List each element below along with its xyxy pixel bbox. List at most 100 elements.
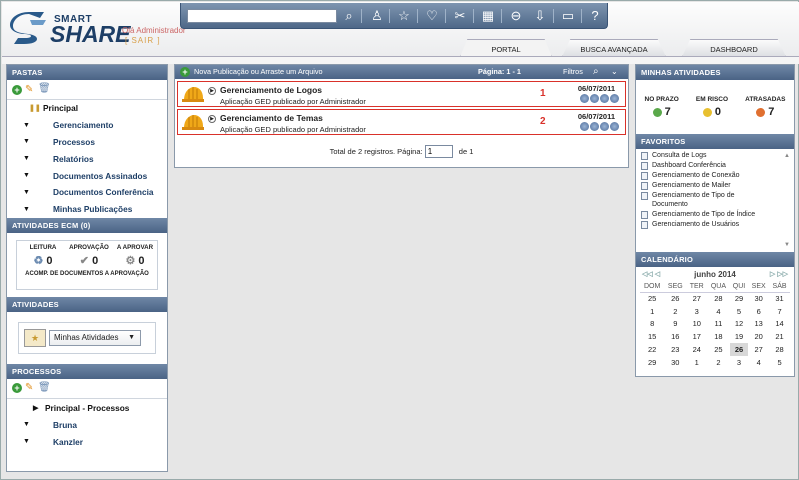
- tree-item-bruna[interactable]: ▼ Bruna: [7, 417, 167, 434]
- user-icon[interactable]: ♙: [367, 6, 387, 26]
- add-icon[interactable]: +: [180, 67, 190, 77]
- calendar-day[interactable]: 20: [748, 330, 769, 343]
- edit-icon[interactable]: [600, 122, 609, 131]
- favorite-item[interactable]: Gerenciamento de Conexão: [641, 172, 789, 181]
- calendar-day[interactable]: 30: [748, 292, 769, 305]
- view-icon[interactable]: [590, 94, 599, 103]
- favorite-item[interactable]: Gerenciamento de Tipo de Documento: [641, 192, 789, 209]
- publication-row[interactable]: ▶ Gerenciamento de Temas Aplicação GED p…: [177, 109, 626, 135]
- acomp-link[interactable]: ACOMP. DE DOCUMENTOS A APROVAÇÃO: [20, 271, 154, 277]
- publication-row[interactable]: ▶ Gerenciamento de Logos Aplicação GED p…: [177, 81, 626, 107]
- calendar-day[interactable]: 6: [748, 305, 769, 318]
- info-icon[interactable]: [580, 122, 589, 131]
- tools-icon[interactable]: ✂: [450, 6, 470, 26]
- favorite-item[interactable]: Consulta de Logs: [641, 152, 789, 161]
- view-icon[interactable]: [590, 122, 599, 131]
- calendar-prev-icon[interactable]: ◁◁ ◁: [642, 270, 660, 279]
- calendar-day[interactable]: 4: [748, 356, 769, 369]
- page-input[interactable]: [424, 145, 453, 158]
- tab-busca-avancada[interactable]: BUSCA AVANÇADA: [562, 39, 666, 57]
- calendar-day[interactable]: 17: [686, 330, 707, 343]
- calendar-day[interactable]: 22: [640, 343, 664, 356]
- calendar-next-icon[interactable]: ▷ ▷▷: [770, 270, 788, 279]
- help-icon[interactable]: ?: [585, 6, 605, 26]
- play-icon[interactable]: ▶: [208, 87, 216, 95]
- calendar-day[interactable]: 11: [707, 318, 730, 331]
- calendar-day[interactable]: 12: [730, 318, 749, 331]
- calendar-day[interactable]: 25: [707, 343, 730, 356]
- counter-aprovacao[interactable]: APROVAÇÃO ✔ 0: [66, 244, 112, 267]
- trash-icon[interactable]: 🗑: [38, 84, 51, 95]
- stat-atrasadas[interactable]: ATRASADAS 7: [745, 96, 785, 134]
- calendar-day[interactable]: 1: [686, 356, 707, 369]
- tab-dashboard[interactable]: DASHBOARD: [682, 39, 786, 57]
- tree-item-documentos-assinados[interactable]: ▼ Documentos Assinados: [7, 167, 167, 184]
- tree-item-principal[interactable]: ❚❚ Principal: [7, 100, 167, 117]
- tree-item-principal-processos[interactable]: ▶ Principal - Processos: [7, 399, 167, 417]
- calendar-day[interactable]: 5: [769, 356, 790, 369]
- printer-icon[interactable]: ⊖: [506, 6, 526, 26]
- calendar-day[interactable]: 26: [664, 292, 686, 305]
- calendar-day[interactable]: 28: [707, 292, 730, 305]
- calendar-day[interactable]: 7: [769, 305, 790, 318]
- calendar-day[interactable]: 28: [769, 343, 790, 356]
- edit-icon[interactable]: ✎: [25, 383, 35, 393]
- calendar-day[interactable]: 29: [730, 292, 749, 305]
- counter-a-aprovar[interactable]: A APROVAR ⚙ 0: [112, 244, 158, 267]
- stat-no-prazo[interactable]: NO PRAZO 7: [645, 96, 679, 134]
- calendar-day[interactable]: 26: [729, 343, 749, 356]
- add-icon[interactable]: +: [12, 84, 22, 95]
- publication-title[interactable]: Gerenciamento de Temas: [220, 113, 323, 123]
- calendar-day[interactable]: 23: [664, 343, 686, 356]
- calendar-day[interactable]: 15: [640, 330, 664, 343]
- tab-portal[interactable]: PORTAL: [460, 39, 552, 57]
- favorite-item[interactable]: Gerenciamento de Tipo de Índice: [641, 210, 789, 220]
- play-icon[interactable]: ▶: [208, 115, 216, 123]
- calendar-day[interactable]: 27: [686, 292, 707, 305]
- calendar-day[interactable]: 31: [769, 292, 790, 305]
- calendar-day[interactable]: 8: [640, 318, 664, 331]
- calendar-day[interactable]: 3: [730, 356, 749, 369]
- calendar-day[interactable]: 9: [664, 318, 686, 331]
- calendar-day[interactable]: 21: [769, 330, 790, 343]
- calculator-icon[interactable]: ▦: [478, 6, 498, 26]
- scroll-down-icon[interactable]: ▼: [784, 242, 790, 248]
- collapse-icon[interactable]: ⌄: [611, 65, 618, 79]
- tree-item-documentos-conferencia[interactable]: ▼ Documentos Conferência: [7, 184, 167, 201]
- calendar-day[interactable]: 25: [640, 292, 664, 305]
- tree-item-relatorios[interactable]: ▼ Relatórios: [7, 150, 167, 167]
- calendar-day[interactable]: 24: [686, 343, 707, 356]
- add-icon[interactable]: +: [12, 383, 22, 394]
- counter-leitura[interactable]: LEITURA ♻ 0: [20, 244, 66, 267]
- calendar-day[interactable]: 2: [707, 356, 730, 369]
- window-icon[interactable]: ▭: [558, 6, 578, 26]
- tree-item-minhas-publicacoes[interactable]: ▼ Minhas Publicações: [7, 201, 167, 218]
- tree-item-gerenciamento[interactable]: ▼ Gerenciamento: [7, 117, 167, 134]
- calendar-day[interactable]: 29: [640, 356, 664, 369]
- calendar-day[interactable]: 3: [686, 305, 707, 318]
- info-icon[interactable]: [580, 94, 589, 103]
- download-icon[interactable]: [610, 94, 619, 103]
- download-icon[interactable]: ⇩: [530, 6, 550, 26]
- tree-item-processos[interactable]: ▼ Processos: [7, 134, 167, 151]
- exit-link[interactable]: [ SAIR ]: [125, 36, 161, 45]
- search-input[interactable]: [187, 9, 337, 23]
- calendar-day[interactable]: 5: [730, 305, 749, 318]
- calendar-day[interactable]: 30: [664, 356, 686, 369]
- star-icon[interactable]: ☆: [394, 6, 414, 26]
- calendar-day[interactable]: 27: [748, 343, 769, 356]
- calendar-day[interactable]: 1: [640, 305, 664, 318]
- calendar-day[interactable]: 2: [664, 305, 686, 318]
- favorite-item[interactable]: Gerenciamento de Mailer: [641, 182, 789, 191]
- download-icon[interactable]: [610, 122, 619, 131]
- calendar-day[interactable]: 18: [707, 330, 730, 343]
- calendar-day[interactable]: 16: [664, 330, 686, 343]
- favorite-item[interactable]: Dashboard Conferência: [641, 162, 789, 171]
- tree-item-kanzler[interactable]: ▼ Kanzler: [7, 433, 167, 450]
- calendar-day[interactable]: 19: [730, 330, 749, 343]
- calendar-day[interactable]: 13: [748, 318, 769, 331]
- lightbulb-icon[interactable]: ♡: [422, 6, 442, 26]
- edit-icon[interactable]: [600, 94, 609, 103]
- search-icon[interactable]: ⌕: [593, 65, 599, 79]
- favorite-item[interactable]: Gerenciamento de Usuários: [641, 220, 789, 230]
